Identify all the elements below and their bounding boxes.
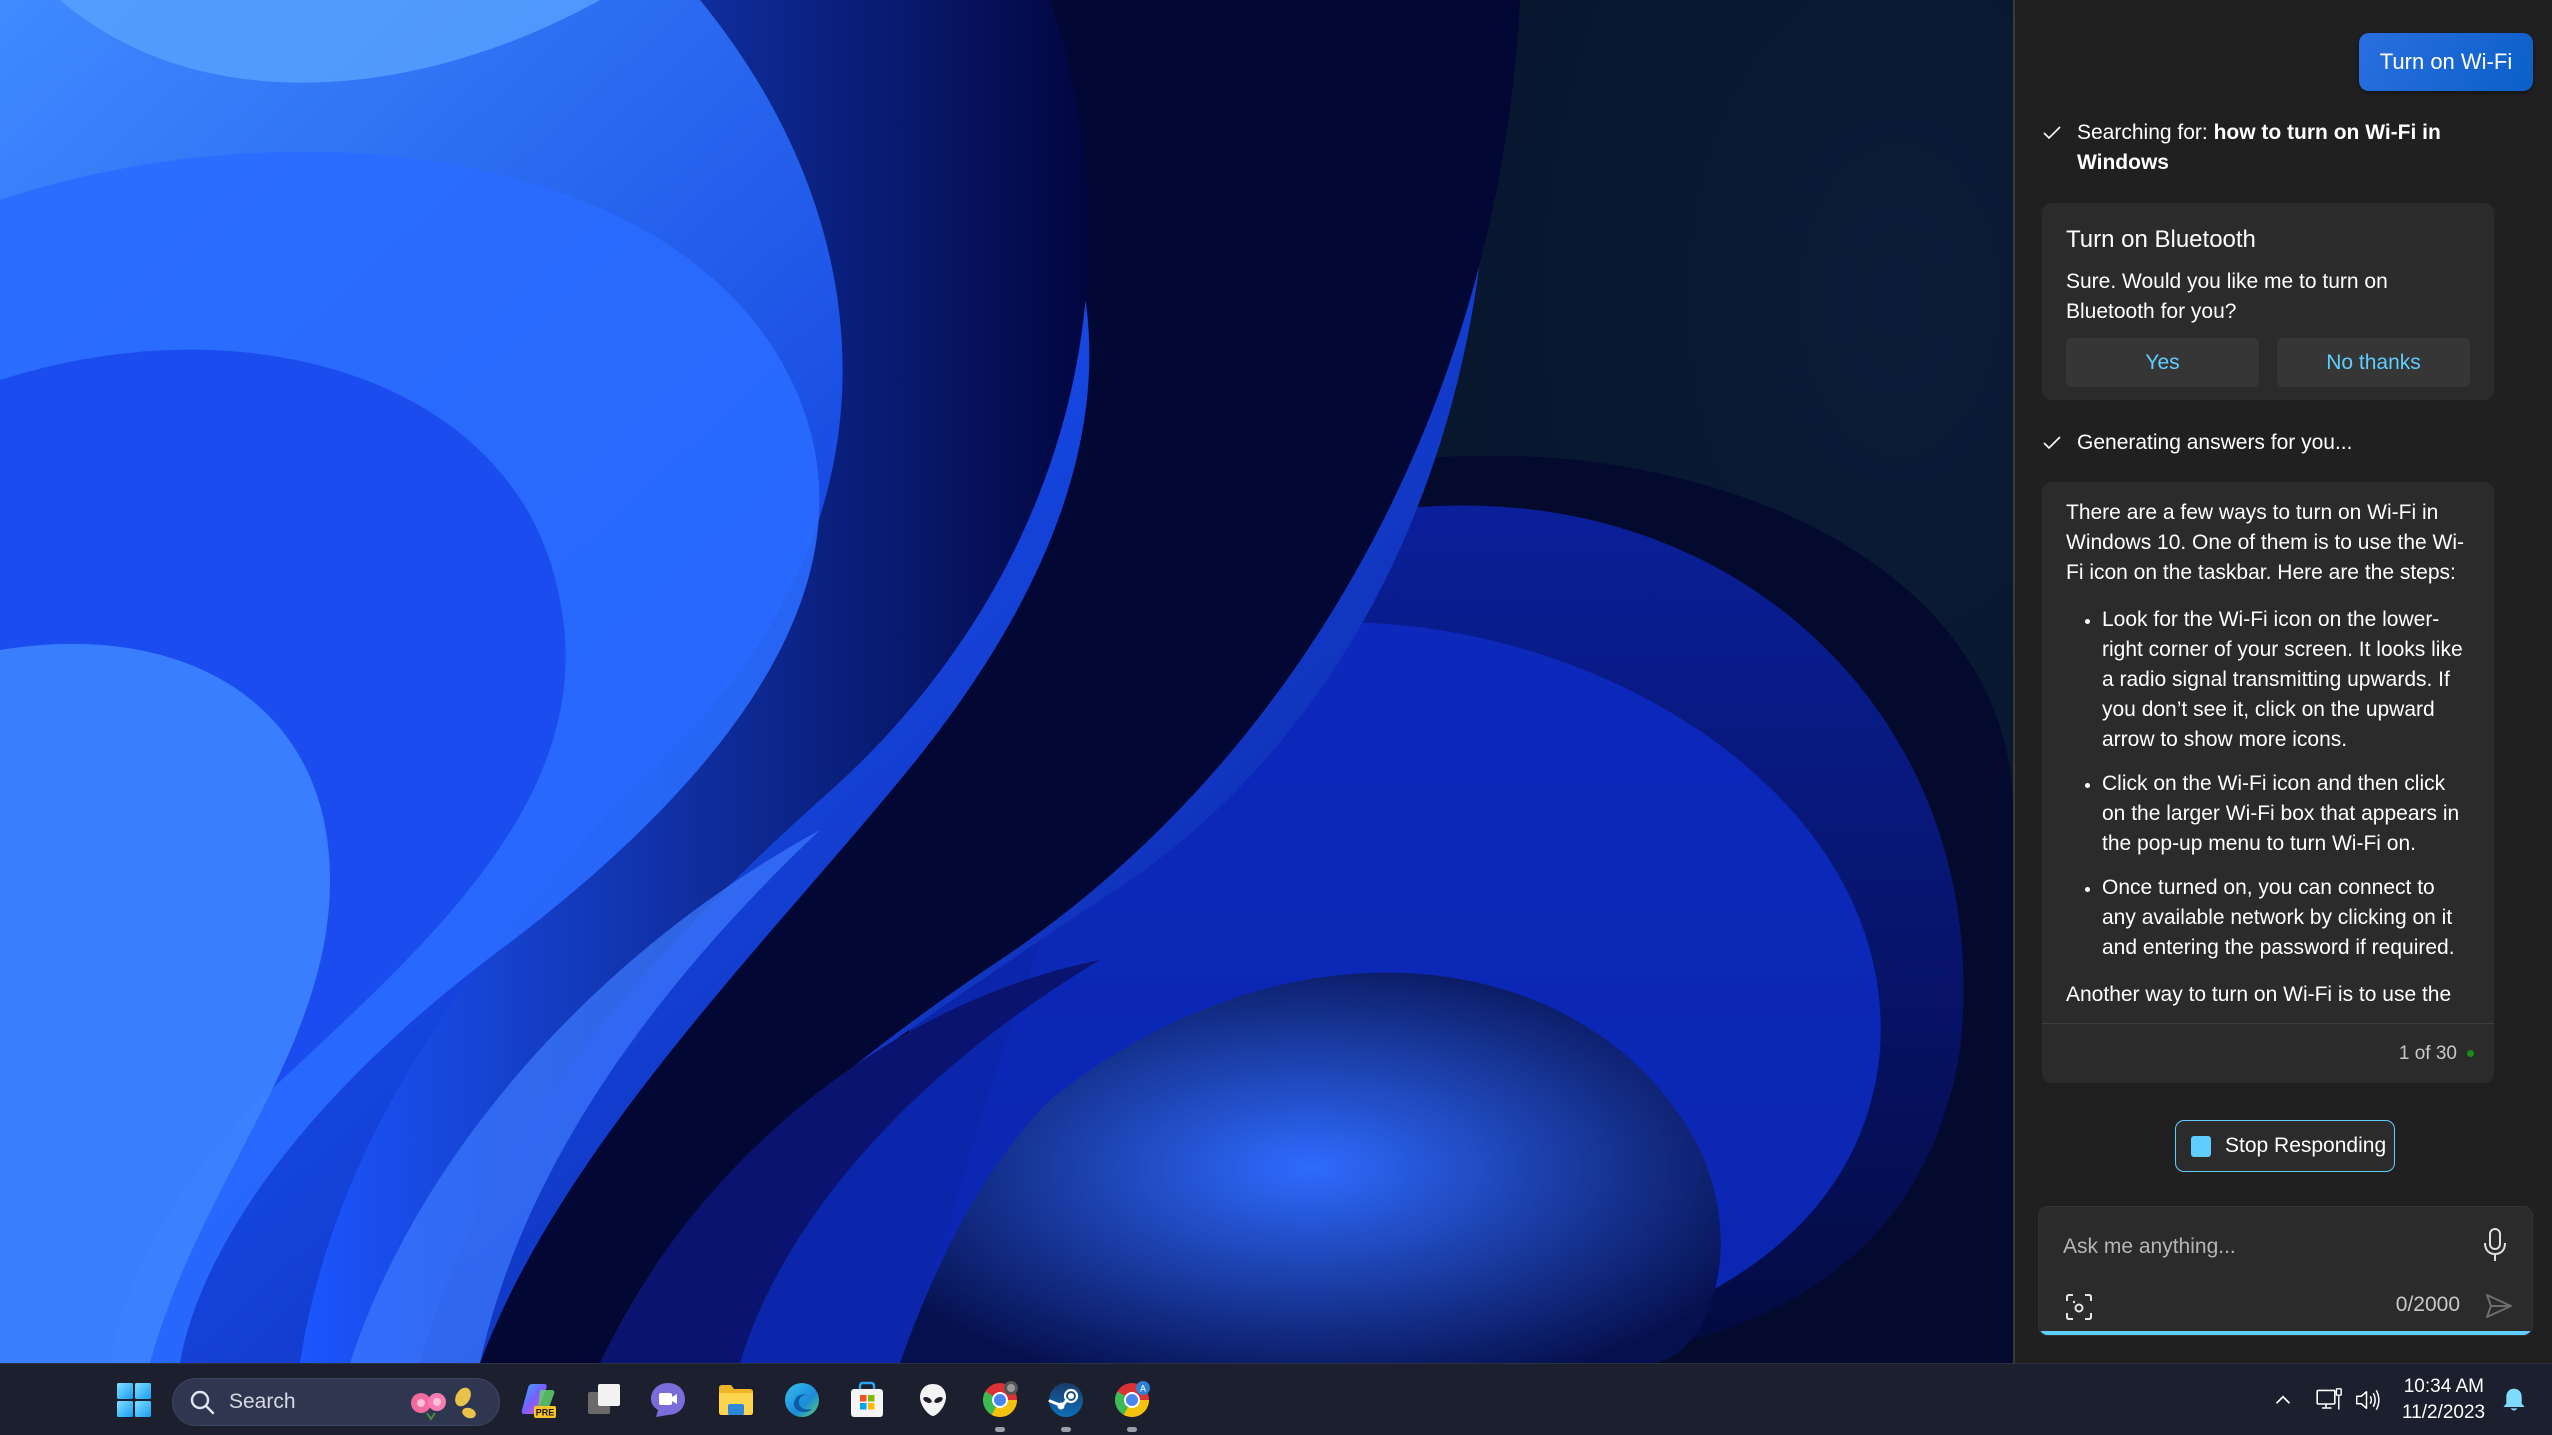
answer-content: There are a few ways to turn on Wi-Fi in…	[2042, 482, 2494, 1010]
bell-icon	[2503, 1388, 2525, 1411]
copilot-pre-icon: PRE	[521, 1384, 556, 1418]
clock-time: 10:34 AM	[2403, 1376, 2484, 1397]
copilot-panel: Turn on Wi-Fi Searching for: how to turn…	[2013, 0, 2552, 1363]
chat-input-box: 0/2000	[2038, 1206, 2533, 1336]
store-icon	[851, 1381, 883, 1417]
taskbar-app-task-view[interactable]	[580, 1376, 628, 1424]
bloom-wallpaper-art	[0, 0, 2013, 1363]
windows-logo-icon	[117, 1383, 151, 1417]
start-button[interactable]	[110, 1376, 158, 1424]
card-body: Sure. Would you like me to turn on Bluet…	[2066, 270, 2388, 323]
screenshot-capture-icon[interactable]	[2065, 1293, 2093, 1321]
microphone-icon[interactable]	[2480, 1227, 2510, 1263]
notifications-button[interactable]	[2490, 1376, 2538, 1424]
teams-chat-icon	[651, 1383, 685, 1417]
answer-footer: 1 of 30	[2042, 1023, 2494, 1083]
running-indicator	[1061, 1427, 1071, 1432]
answer-outro: Another way to turn on Wi-Fi is to use t…	[2066, 983, 2452, 1006]
chevron-up-icon	[2275, 1395, 2291, 1404]
character-count: 0/2000	[2395, 1293, 2460, 1316]
taskbar-app-steam[interactable]	[1042, 1376, 1090, 1432]
taskbar-app-microsoft-store[interactable]	[843, 1376, 891, 1424]
input-focus-underline	[2039, 1331, 2532, 1335]
edge-icon	[785, 1383, 819, 1417]
stop-responding-label: Stop Responding	[2225, 1134, 2387, 1157]
send-icon[interactable]	[2484, 1291, 2514, 1321]
taskbar-app-teams-chat[interactable]	[644, 1376, 692, 1424]
speaker-volume-icon	[2356, 1389, 2380, 1411]
taskbar-search-box[interactable]: Search	[172, 1378, 500, 1426]
card-actions: Yes No thanks	[2066, 338, 2470, 387]
answer-card: There are a few ways to turn on Wi-Fi in…	[2042, 482, 2494, 1083]
taskbar-app-chrome-profile-2[interactable]: A	[1108, 1376, 1156, 1432]
generating-status: Generating answers for you...	[2043, 428, 2483, 458]
taskbar-app-copilot[interactable]: PRE	[514, 1376, 562, 1424]
running-indicator	[1127, 1427, 1137, 1432]
answer-step: Click on the Wi-Fi icon and then click o…	[2102, 769, 2470, 859]
steam-icon	[1048, 1383, 1083, 1417]
stop-icon	[2191, 1135, 2211, 1157]
search-icon	[190, 1390, 215, 1415]
answer-intro: There are a few ways to turn on Wi-Fi in…	[2066, 501, 2464, 584]
search-label: Search	[229, 1390, 296, 1413]
taskbar-app-edge[interactable]	[778, 1376, 826, 1424]
answer-step: Look for the Wi-Fi icon on the lower-rig…	[2102, 605, 2470, 755]
user-message-bubble: Turn on Wi-Fi	[2359, 33, 2533, 91]
taskbar-app-alienware[interactable]	[909, 1376, 957, 1424]
chrome-icon: A	[1115, 1381, 1150, 1417]
folder-icon	[719, 1385, 753, 1415]
desktop-wallpaper	[0, 0, 2013, 1363]
show-hidden-icons-button[interactable]	[2259, 1376, 2307, 1424]
chat-input[interactable]	[2061, 1227, 2465, 1267]
stop-responding-button[interactable]: Stop Responding	[2175, 1120, 2395, 1172]
checkmark-icon	[2043, 428, 2063, 458]
bluetooth-action-card: Turn on Bluetooth Sure. Would you like m…	[2042, 203, 2494, 400]
yes-button[interactable]: Yes	[2066, 338, 2259, 387]
answer-steps-list: Look for the Wi-Fi icon on the lower-rig…	[2066, 605, 2470, 963]
clock-date: 11/2/2023	[2402, 1402, 2486, 1423]
alien-icon	[920, 1384, 946, 1416]
checkmark-icon	[2043, 118, 2063, 148]
search-status-text: Searching for: how to turn on Wi-Fi in W…	[2077, 118, 2483, 178]
taskbar-clock[interactable]: 10:34 AM 11/2/2023	[2402, 1374, 2486, 1426]
response-count: 1 of 30	[2398, 1042, 2457, 1064]
search-status-prefix: Searching for:	[2077, 121, 2214, 144]
generating-status-text: Generating answers for you...	[2077, 431, 2353, 454]
taskbar-app-file-explorer[interactable]	[712, 1376, 760, 1424]
search-highlight-flowers-icon	[411, 1387, 476, 1421]
card-title: Turn on Bluetooth	[2066, 226, 2256, 253]
search-status: Searching for: how to turn on Wi-Fi in W…	[2043, 118, 2483, 178]
volume-button[interactable]	[2344, 1376, 2392, 1424]
running-indicator	[995, 1427, 1005, 1432]
ethernet-network-icon	[2316, 1388, 2342, 1410]
profile-badge: A	[1140, 1384, 1147, 1394]
task-view-icon	[588, 1384, 620, 1414]
status-dot-icon	[2467, 1050, 2474, 1057]
answer-step: Once turned on, you can connect to any a…	[2102, 873, 2470, 963]
svg-text:PRE: PRE	[536, 1408, 555, 1418]
taskbar: Search PRE A 10:34 AM 11/2/2023	[0, 1363, 2552, 1435]
chrome-icon	[983, 1381, 1018, 1417]
no-thanks-button[interactable]: No thanks	[2277, 338, 2470, 387]
taskbar-app-chrome-profile-1[interactable]	[976, 1376, 1024, 1432]
